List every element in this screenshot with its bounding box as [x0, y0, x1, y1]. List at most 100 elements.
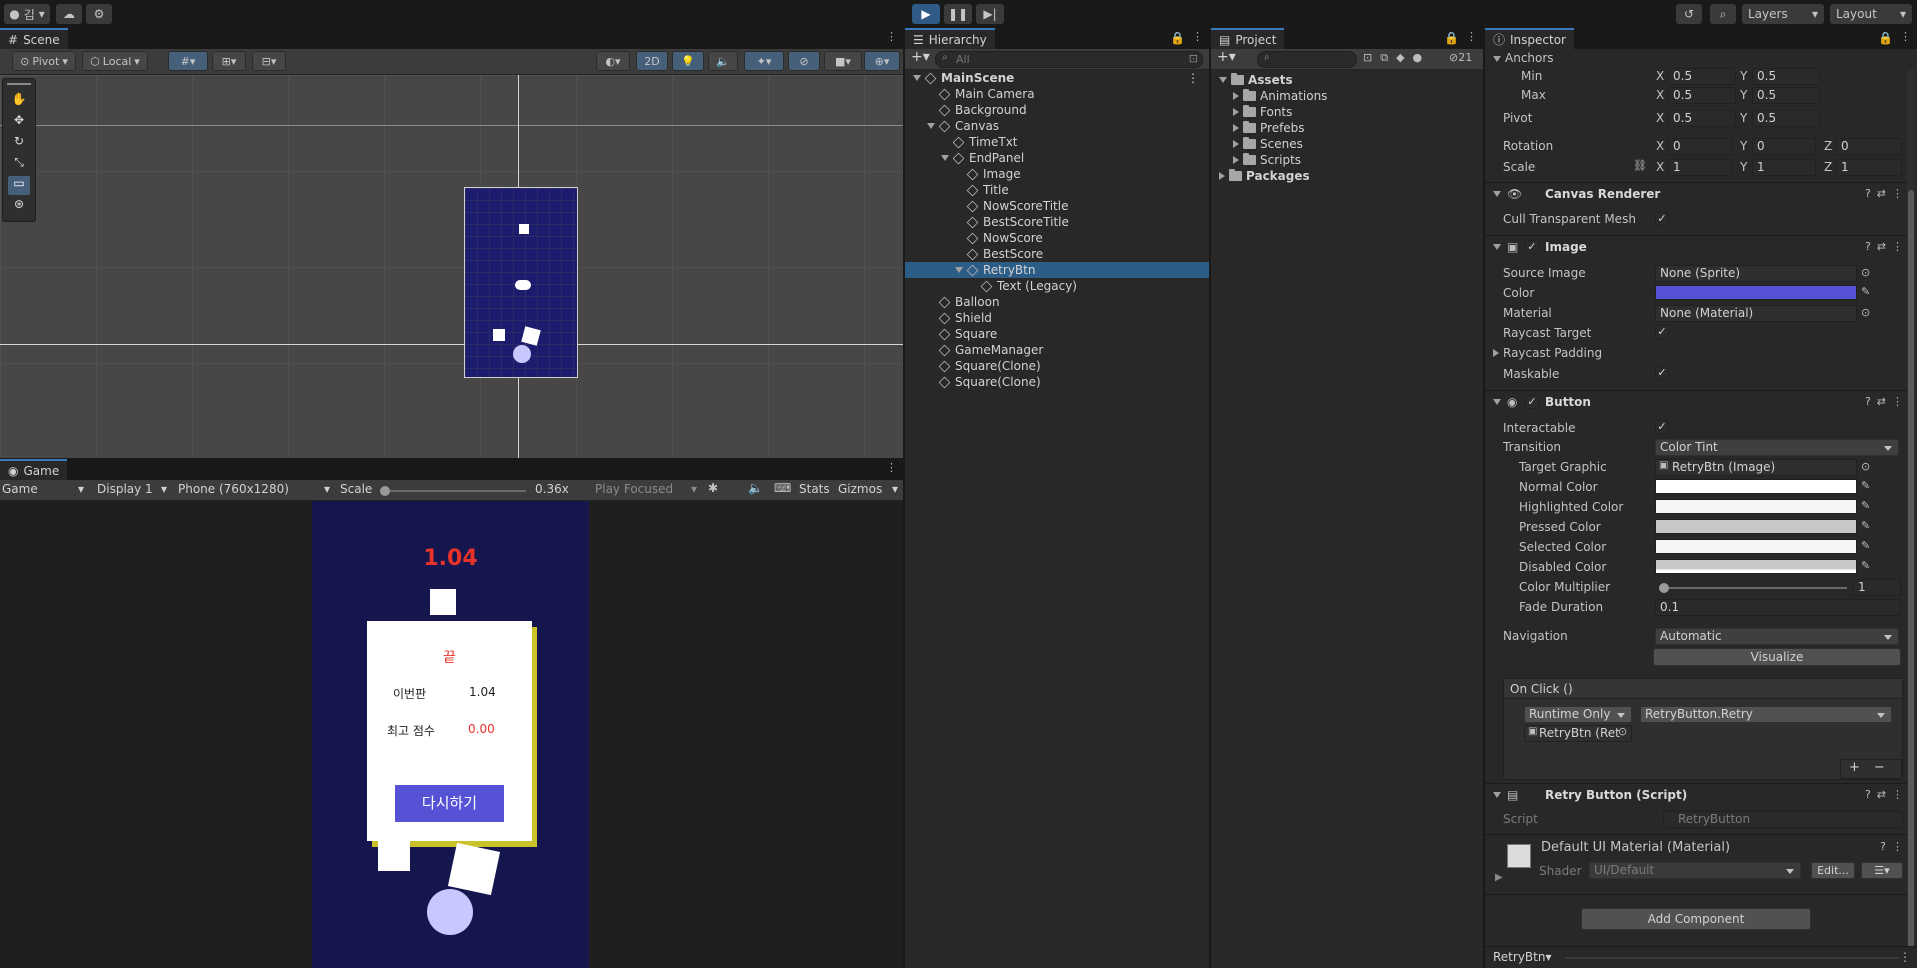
object-picker-icon[interactable]: ⊙ [1861, 306, 1870, 319]
expand-arrow-icon[interactable] [1233, 124, 1239, 132]
search-field[interactable] [956, 53, 1156, 66]
hierarchy-item[interactable]: Shield [905, 310, 1209, 326]
eyedropper-icon[interactable]: ✎ [1861, 479, 1870, 492]
scale-slider[interactable] [380, 486, 526, 496]
hierarchy-item[interactable]: RetryBtn [905, 262, 1209, 278]
lighting-toggle[interactable]: 💡 [672, 51, 704, 71]
camera-dropdown[interactable]: ■▾ [824, 51, 862, 71]
event-target-field[interactable]: RetryBtn (Ret [1524, 725, 1632, 742]
button-enabled-checkbox[interactable]: ✓ [1525, 395, 1539, 409]
stats-button[interactable]: Stats [799, 482, 830, 496]
rotation-z-field[interactable]: 0 [1836, 138, 1902, 155]
expand-arrow-icon[interactable] [1219, 172, 1225, 180]
anchors-foldout[interactable]: Anchors [1493, 51, 1554, 65]
hierarchy-item[interactable]: Square [905, 326, 1209, 342]
hierarchy-item[interactable]: BestScore [905, 246, 1209, 262]
selected-color-field[interactable] [1655, 539, 1857, 554]
hierarchy-item[interactable]: BestScoreTitle [905, 214, 1209, 230]
transition-dropdown[interactable]: Color Tint [1655, 439, 1899, 456]
hierarchy-item[interactable]: Canvas [905, 118, 1209, 134]
cloud-button[interactable]: ☁ [56, 4, 82, 24]
scale-z-field[interactable]: 1 [1836, 159, 1902, 176]
hierarchy-item[interactable]: Balloon [905, 294, 1209, 310]
component-menu-icons[interactable]: ?⇄⋮ [1865, 240, 1909, 253]
hierarchy-item[interactable]: TimeTxt [905, 134, 1209, 150]
move-tool-icon[interactable]: ✥ [8, 113, 30, 132]
hierarchy-item[interactable]: Square(Clone) [905, 358, 1209, 374]
resolution-dropdown[interactable]: Phone (760x1280) ▾ [178, 482, 332, 496]
slider-thumb[interactable] [1659, 583, 1669, 593]
fade-duration-field[interactable]: 0.1 [1655, 599, 1901, 616]
object-picker-icon[interactable]: ⊙ [1861, 460, 1870, 473]
scene-viewport[interactable] [0, 75, 903, 458]
eyedropper-icon[interactable]: ✎ [1861, 559, 1870, 572]
project-search-input[interactable]: ⌕ [1257, 51, 1357, 68]
warning-icon[interactable]: ● [1413, 51, 1431, 64]
visualize-button[interactable]: Visualize [1653, 648, 1901, 666]
rotation-x-field[interactable]: 0 [1668, 138, 1732, 155]
hierarchy-item[interactable]: Square(Clone) [905, 374, 1209, 390]
pause-button[interactable]: ❚❚ [944, 4, 972, 24]
layers-dropdown[interactable]: Layers ▾ [1742, 4, 1824, 24]
scrollbar-thumb[interactable] [1908, 190, 1914, 950]
project-folder[interactable]: Prefebs [1211, 120, 1483, 136]
display-dropdown[interactable]: Display 1 ▾ [97, 482, 167, 496]
keyboard-icon[interactable]: ⌨ [774, 481, 791, 495]
eyedropper-icon[interactable]: ✎ [1861, 539, 1870, 552]
expand-arrow-icon[interactable] [1233, 108, 1239, 116]
retry-button[interactable]: 다시하기 [395, 785, 504, 822]
tab-game[interactable]: ◉ Game [0, 459, 68, 480]
pressed-color-field[interactable] [1655, 519, 1857, 534]
history-button[interactable]: ↺ [1676, 4, 1702, 24]
component-menu-icons[interactable]: ?⇄⋮ [1865, 187, 1909, 200]
eyedropper-icon[interactable]: ✎ [1861, 285, 1870, 298]
hierarchy-item[interactable]: GameManager [905, 342, 1209, 358]
shading-mode-button[interactable]: ◐▾ [596, 51, 630, 71]
filter-icon[interactable]: ⊡ [1189, 52, 1198, 65]
gizmos-dropdown[interactable]: ⊕▾ [864, 51, 900, 71]
ruler-button[interactable]: ⊟▾ [252, 51, 286, 71]
pivot-x-field[interactable]: 0.5 [1668, 110, 1736, 127]
anchor-min-y-field[interactable]: 0.5 [1752, 68, 1820, 85]
component-menu-icons[interactable]: ?⇄⋮ [1865, 395, 1909, 408]
material-menu-icons[interactable]: ?⋮ [1880, 840, 1909, 853]
expand-arrow-icon[interactable] [1219, 77, 1227, 83]
expand-arrow-icon[interactable] [1233, 140, 1239, 148]
method-dropdown[interactable]: RetryButton.Retry [1640, 706, 1892, 723]
more-icon[interactable]: ⋮ [1466, 30, 1477, 43]
transform-tool-icon[interactable]: ⊛ [8, 197, 30, 216]
mute-icon[interactable]: 🔈 [748, 481, 763, 495]
image-header[interactable]: ▣ ✓ Image ?⇄⋮ [1485, 235, 1917, 257]
pivot-dropdown[interactable]: ⊙ Pivot ▾ [12, 51, 76, 71]
lock-icon[interactable]: 🔒 [1444, 31, 1459, 45]
tab-hierarchy[interactable]: ☰ Hierarchy [905, 28, 995, 49]
hierarchy-item[interactable]: Background [905, 102, 1209, 118]
layout-dropdown[interactable]: Layout ▾ [1830, 4, 1912, 24]
pivot-y-field[interactable]: 0.5 [1752, 110, 1820, 127]
hierarchy-item[interactable]: Text (Legacy) [905, 278, 1209, 294]
plus-icon[interactable]: + [1849, 760, 1874, 775]
maskable-checkbox[interactable]: ✓ [1655, 366, 1669, 380]
raycast-target-checkbox[interactable]: ✓ [1655, 325, 1669, 339]
chevron-right-icon[interactable]: ▶ [1495, 872, 1503, 883]
audio-toggle[interactable]: 🔈 [708, 51, 738, 71]
hierarchy-item[interactable]: NowScoreTitle [905, 198, 1209, 214]
collab-button[interactable]: ⚙ [86, 4, 112, 24]
highlighted-color-field[interactable] [1655, 499, 1857, 514]
color-field[interactable] [1655, 285, 1857, 300]
shader-dropdown[interactable]: UI/Default [1589, 862, 1801, 879]
footer-object-name[interactable]: RetryBtn▾ [1493, 950, 1552, 964]
hierarchy-item[interactable]: Title [905, 182, 1209, 198]
retry-script-header[interactable]: ▤ Retry Button (Script) ?⇄⋮ [1485, 783, 1917, 805]
edit-shader-button[interactable]: Edit... [1811, 862, 1855, 879]
minus-icon[interactable]: − [1874, 760, 1899, 775]
normal-color-field[interactable] [1655, 479, 1857, 494]
object-picker-icon[interactable]: ⊙ [1861, 266, 1870, 279]
project-folder[interactable]: Animations [1211, 88, 1483, 104]
local-dropdown[interactable]: ⬡ Local ▾ [82, 51, 148, 71]
project-folder[interactable]: Scripts [1211, 152, 1483, 168]
play-mode-dropdown[interactable]: Play Focused ▾ [595, 482, 697, 496]
tab-scene[interactable]: # Scene [0, 28, 68, 49]
search-button[interactable]: ⌕ [1710, 4, 1736, 24]
color-multiplier-slider[interactable] [1659, 583, 1847, 593]
